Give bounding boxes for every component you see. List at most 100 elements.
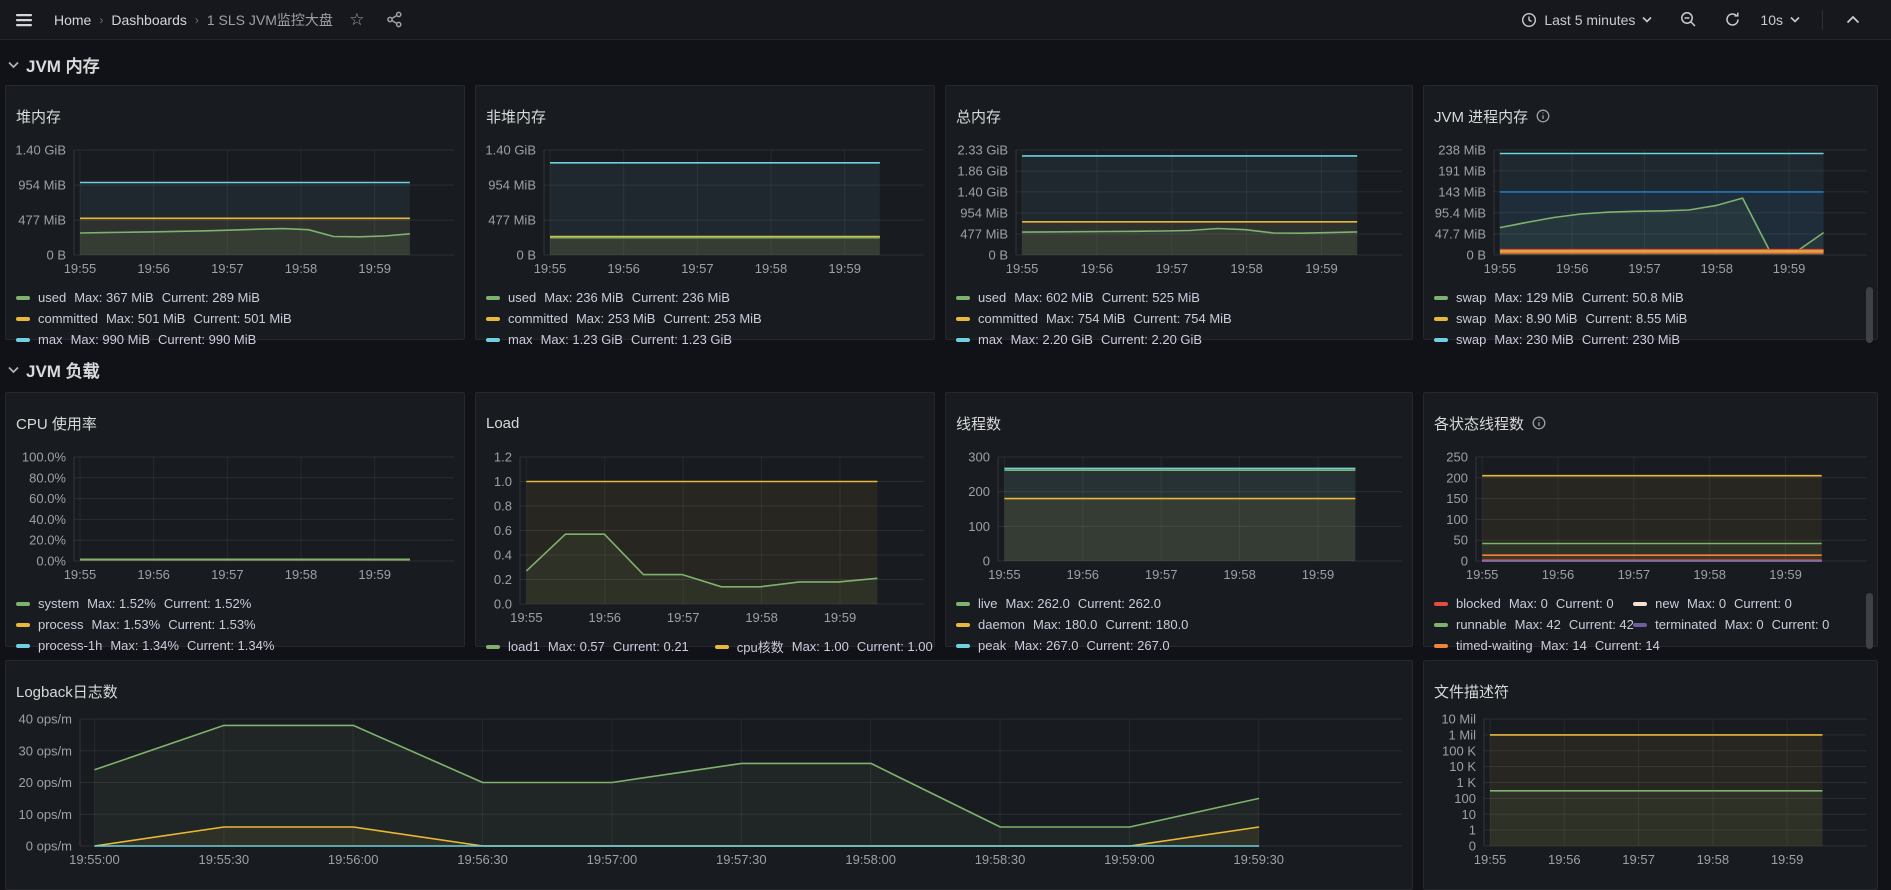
legend-item-committed[interactable]: committedMax: 253 MiBCurrent: 253 MiB	[486, 308, 762, 329]
legend-scrollbar[interactable]	[1866, 287, 1873, 343]
x-axis-tick-label: 19:57:30	[716, 852, 767, 866]
series-current-value: Current: 754 MiB	[1133, 311, 1231, 326]
series-name: committed	[508, 311, 568, 326]
series-max-value: Max: 367 MiB	[74, 290, 153, 305]
y-axis-tick-label: 954 MiB	[960, 206, 1008, 221]
series-max-value: Max: 267.0	[1014, 638, 1078, 653]
chart-legend: blockedMax: 0Current: 0newMax: 0Current:…	[1434, 593, 1867, 656]
legend-item-process[interactable]: processMax: 1.53%Current: 1.53%	[16, 614, 256, 635]
x-axis-tick-label: 19:55	[1474, 852, 1507, 866]
panel-title[interactable]: Logback日志数	[16, 679, 1402, 703]
panel-title-text: Load	[486, 415, 519, 432]
breadcrumb-separator: ›	[99, 13, 103, 27]
series-max-value: Max: 42	[1515, 617, 1561, 632]
time-series-chart[interactable]: 238 MiB191 MiB143 MiB95.4 MiB47.7 MiB0 B…	[1434, 144, 1867, 275]
series-swatch	[16, 338, 30, 342]
panel-title[interactable]: 文件描述符	[1434, 679, 1867, 703]
panel-title[interactable]: 线程数	[956, 411, 1402, 435]
breadcrumb-home[interactable]: Home	[54, 12, 91, 28]
legend-item-new[interactable]: newMax: 0Current: 0	[1633, 593, 1867, 614]
chart-legend: swapMax: 129 MiBCurrent: 50.8 MiBswapMax…	[1434, 287, 1867, 350]
x-axis-tick-label: 19:55:00	[69, 852, 120, 866]
legend-item-system[interactable]: systemMax: 1.52%Current: 1.52%	[16, 593, 251, 614]
y-axis-tick-label: 954 MiB	[488, 178, 536, 193]
legend-item-swap[interactable]: swapMax: 129 MiBCurrent: 50.8 MiB	[1434, 287, 1684, 308]
legend-item-swap[interactable]: swapMax: 230 MiBCurrent: 230 MiB	[1434, 329, 1680, 350]
time-range-picker[interactable]: Last 5 minutes	[1515, 11, 1658, 29]
legend-item-used[interactable]: usedMax: 602 MiBCurrent: 525 MiB	[956, 287, 1200, 308]
legend-item-used[interactable]: usedMax: 236 MiBCurrent: 236 MiB	[486, 287, 730, 308]
series-swatch	[16, 296, 30, 300]
chevron-down-icon	[1790, 16, 1800, 23]
legend-item-blocked[interactable]: blockedMax: 0Current: 0	[1434, 593, 1633, 614]
panel-title[interactable]: 各状态线程数	[1434, 411, 1867, 435]
panel-title[interactable]: 堆内存	[16, 104, 454, 128]
section-header-jvm-memory[interactable]: JVM 内存	[8, 52, 100, 77]
refresh-interval-dropdown[interactable]: 10s	[1754, 11, 1806, 29]
legend-item-max[interactable]: maxMax: 2.20 GiBCurrent: 2.20 GiB	[956, 329, 1202, 350]
refresh-interval-label: 10s	[1760, 12, 1783, 28]
panel-title[interactable]: CPU 使用率	[16, 411, 454, 435]
series-current-value: Current: 289 MiB	[162, 290, 260, 305]
legend-item-swap[interactable]: swapMax: 8.90 MiBCurrent: 8.55 MiB	[1434, 308, 1687, 329]
legend-item-runnable[interactable]: runnableMax: 42Current: 42	[1434, 614, 1633, 635]
series-max-value: Max: 990 MiB	[71, 332, 150, 347]
series-current-value: Current: 525 MiB	[1102, 290, 1200, 305]
time-series-chart[interactable]: 10 Mil1 Mil100 K10 K1 K100101019:5519:56…	[1434, 713, 1867, 866]
legend-item-terminated[interactable]: terminatedMax: 0Current: 0	[1633, 614, 1867, 635]
section-header-jvm-load[interactable]: JVM 负载	[8, 357, 100, 382]
menu-toggle-button[interactable]	[10, 6, 38, 34]
legend-scrollbar[interactable]	[1866, 593, 1873, 649]
time-series-chart[interactable]: 300200100019:5519:5619:5719:5819:59	[956, 451, 1402, 581]
logback-logs-panel: Logback日志数 40 ops/m30 ops/m20 ops/m10 ops…	[5, 660, 1413, 890]
time-series-chart[interactable]: 40 ops/m30 ops/m20 ops/m10 ops/m0 ops/m1…	[16, 713, 1402, 866]
y-axis-tick-label: 1.40 GiB	[957, 185, 1008, 200]
zoom-out-time-button[interactable]	[1674, 6, 1702, 34]
share-dashboard-button[interactable]	[381, 6, 409, 34]
x-axis-tick-label: 19:57	[211, 261, 244, 275]
panel-title[interactable]: Load	[486, 411, 924, 435]
breadcrumb-dashboards[interactable]: Dashboards	[111, 12, 187, 28]
series-name: max	[508, 332, 533, 347]
panel-title[interactable]: 总内存	[956, 104, 1402, 128]
panel-title[interactable]: 非堆内存	[486, 104, 924, 128]
legend-item-used[interactable]: usedMax: 367 MiBCurrent: 289 MiB	[16, 287, 260, 308]
legend-item-daemon[interactable]: daemonMax: 180.0Current: 180.0	[956, 614, 1188, 635]
refresh-icon	[1724, 11, 1741, 28]
series-swatch	[486, 317, 500, 321]
legend-item-cpu核数[interactable]: cpu核数Max: 1.00Current: 1.00	[715, 636, 933, 657]
series-swatch	[956, 296, 970, 300]
scroll-to-top-button[interactable]	[1839, 6, 1867, 34]
time-series-chart[interactable]: 1.40 GiB954 MiB477 MiB0 B19:5519:5619:57…	[16, 144, 454, 275]
favorite-dashboard-button[interactable]: ☆	[343, 6, 371, 34]
y-axis-tick-label: 95.4 MiB	[1435, 206, 1486, 221]
legend-item-committed[interactable]: committedMax: 754 MiBCurrent: 754 MiB	[956, 308, 1232, 329]
series-swatch	[1434, 338, 1448, 342]
legend-item-live[interactable]: liveMax: 262.0Current: 262.0	[956, 593, 1161, 614]
time-series-chart[interactable]: 100.0%80.0%60.0%40.0%20.0%0.0%19:5519:56…	[16, 451, 454, 581]
time-series-chart[interactable]: 25020015010050019:5519:5619:5719:5819:59	[1434, 451, 1867, 581]
legend-item-max[interactable]: maxMax: 1.23 GiBCurrent: 1.23 GiB	[486, 329, 732, 350]
legend-item-peak[interactable]: peakMax: 267.0Current: 267.0	[956, 635, 1170, 656]
legend-item-process-1h[interactable]: process-1hMax: 1.34%Current: 1.34%	[16, 635, 274, 656]
series-name: max	[978, 332, 1003, 347]
info-icon[interactable]	[1536, 109, 1550, 123]
y-axis-tick-label: 0.4	[494, 548, 512, 563]
refresh-dashboard-button[interactable]	[1718, 6, 1746, 34]
time-series-chart[interactable]: 1.40 GiB954 MiB477 MiB0 B19:5519:5619:57…	[486, 144, 924, 275]
nav-right-controls: Last 5 minutes 10s	[1515, 6, 1881, 34]
x-axis-tick-label: 19:58:00	[845, 852, 896, 866]
series-swatch	[1434, 623, 1448, 627]
panel-title[interactable]: JVM 进程内存	[1434, 104, 1867, 128]
x-axis-tick-label: 19:56	[137, 567, 170, 581]
legend-item-load1[interactable]: load1Max: 0.57Current: 0.21	[486, 636, 689, 657]
time-series-chart[interactable]: 1.21.00.80.60.40.20.019:5519:5619:5719:5…	[486, 451, 924, 624]
file-descriptors-panel: 文件描述符 10 Mil1 Mil100 K10 K1 K100101019:55…	[1423, 660, 1878, 890]
info-icon[interactable]	[1532, 416, 1546, 430]
legend-item-committed[interactable]: committedMax: 501 MiBCurrent: 501 MiB	[16, 308, 292, 329]
x-axis-tick-label: 19:59	[358, 567, 391, 581]
legend-item-max[interactable]: maxMax: 990 MiBCurrent: 990 MiB	[16, 329, 256, 350]
legend-item-timed-waiting[interactable]: timed-waitingMax: 14Current: 14	[1434, 635, 1633, 656]
time-series-chart[interactable]: 2.33 GiB1.86 GiB1.40 GiB954 MiB477 MiB0 …	[956, 144, 1402, 275]
chart-legend: usedMax: 602 MiBCurrent: 525 MiBcommitte…	[956, 287, 1402, 350]
